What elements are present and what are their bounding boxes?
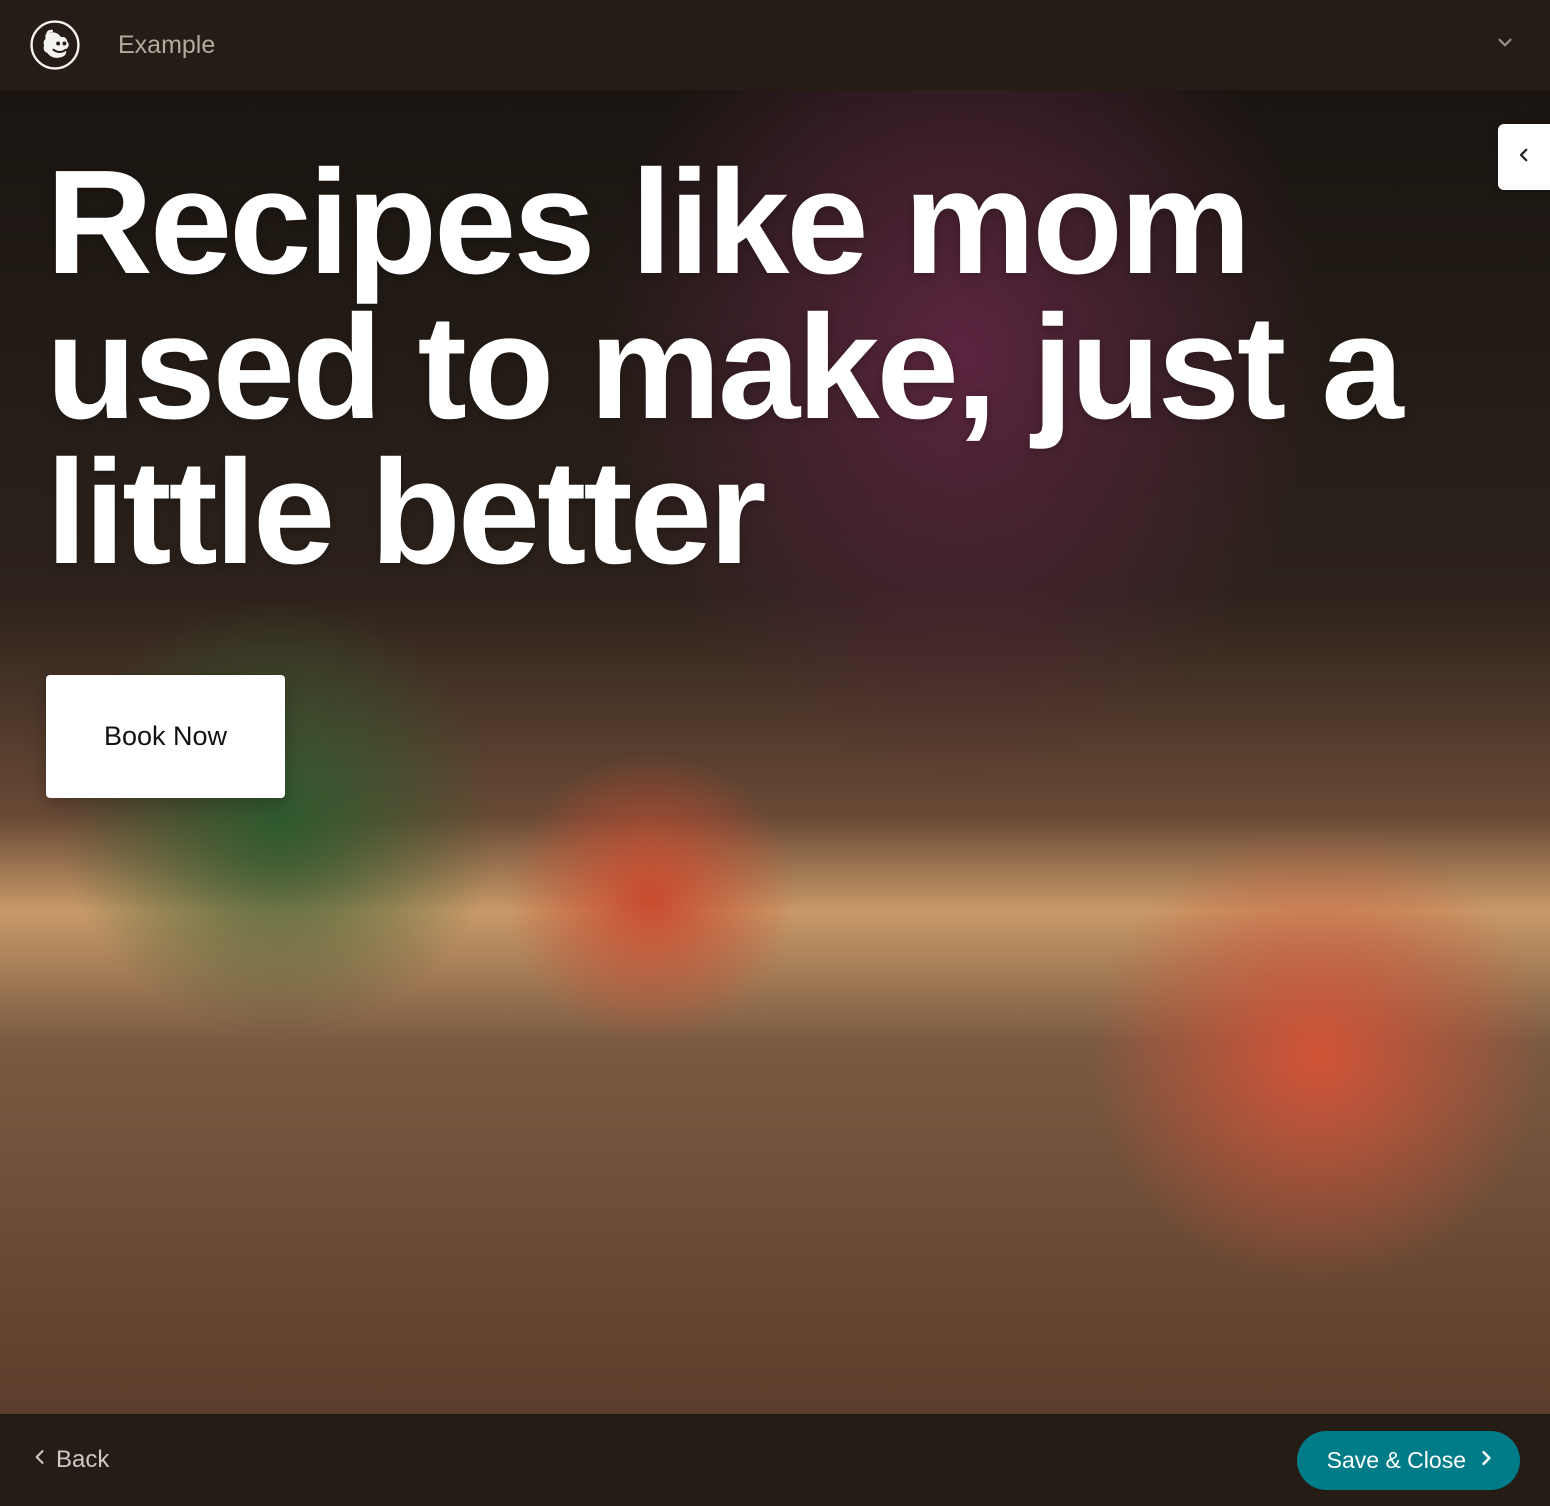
hero-title[interactable]: Recipes like mom used to make, just a li…: [46, 150, 1504, 585]
back-label: Back: [56, 1446, 109, 1474]
save-close-button[interactable]: Save & Close: [1297, 1431, 1520, 1490]
chevron-right-icon: [1476, 1447, 1496, 1474]
open-panel-button[interactable]: [1498, 124, 1550, 190]
expand-menu-button[interactable]: [1494, 32, 1516, 59]
top-bar: Example: [0, 0, 1550, 90]
project-name[interactable]: Example: [118, 31, 215, 60]
chevron-left-icon: [30, 1446, 50, 1474]
book-now-button[interactable]: Book Now: [46, 675, 285, 798]
save-label: Save & Close: [1327, 1447, 1466, 1474]
bottom-bar: Back Save & Close: [0, 1414, 1550, 1506]
editor-canvas[interactable]: Recipes like mom used to make, just a li…: [0, 90, 1550, 1414]
hero-content: Recipes like mom used to make, just a li…: [0, 90, 1550, 858]
mailchimp-logo[interactable]: [30, 20, 80, 70]
chevron-down-icon: [1494, 32, 1516, 59]
chevron-left-icon: [1515, 146, 1533, 169]
back-button[interactable]: Back: [30, 1446, 109, 1474]
